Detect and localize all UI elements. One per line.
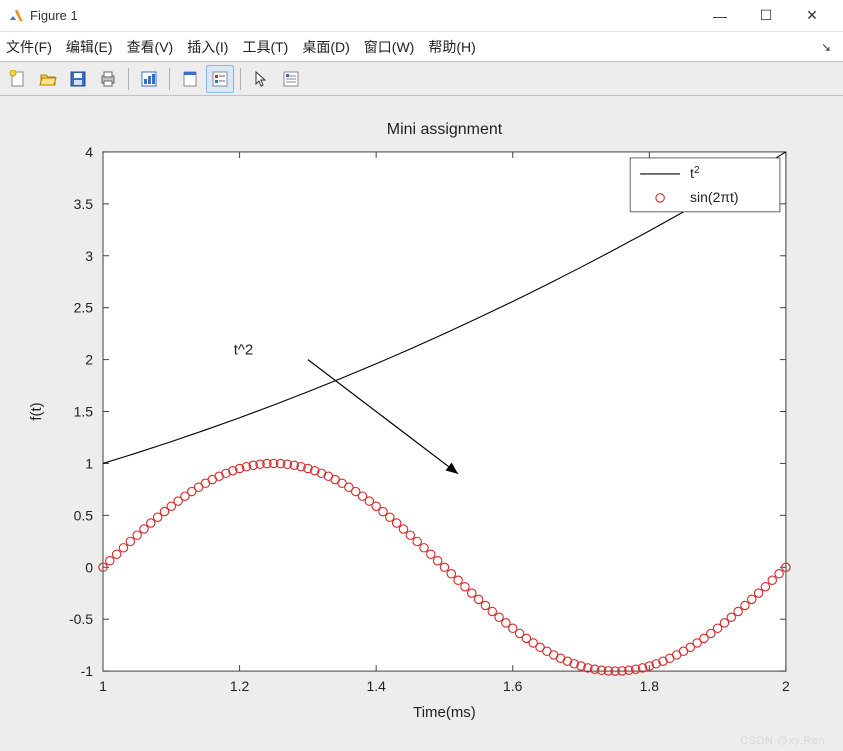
close-button[interactable]: ✕ xyxy=(789,0,835,32)
y-tick-label: 3 xyxy=(85,248,93,264)
toolbar-separator xyxy=(169,68,170,90)
x-tick-label: 2 xyxy=(782,678,790,694)
y-tick-label: 1.5 xyxy=(74,404,94,420)
x-tick-label: 1.8 xyxy=(640,678,660,694)
new-figure-button[interactable] xyxy=(4,65,32,93)
y-tick-label: -0.5 xyxy=(69,611,93,627)
edit-plot-button[interactable] xyxy=(135,65,163,93)
y-tick-label: 4 xyxy=(85,144,93,160)
y-tick-label: 2.5 xyxy=(74,300,94,316)
properties-button[interactable] xyxy=(277,65,305,93)
y-tick-label: 3.5 xyxy=(74,196,94,212)
y-axis-label: f(t) xyxy=(28,402,45,420)
link-button[interactable] xyxy=(176,65,204,93)
x-tick-label: 1.4 xyxy=(366,678,386,694)
y-tick-label: 0 xyxy=(85,559,93,575)
open-button[interactable] xyxy=(34,65,62,93)
plot-area xyxy=(103,152,786,671)
toolbar xyxy=(0,62,843,96)
menu-help[interactable]: 帮助(H) xyxy=(428,37,475,57)
titlebar: Figure 1 — ☐ ✕ xyxy=(0,0,843,32)
menu-view[interactable]: 查看(V) xyxy=(127,37,174,57)
menu-tools[interactable]: 工具(T) xyxy=(242,37,288,57)
watermark: CSDN @xy.Ren xyxy=(740,735,825,747)
y-tick-label: -1 xyxy=(81,663,94,679)
menubar: 文件(F) 编辑(E) 查看(V) 插入(I) 工具(T) 桌面(D) 窗口(W… xyxy=(0,32,843,62)
menu-insert[interactable]: 插入(I) xyxy=(187,37,228,57)
x-tick-label: 1 xyxy=(99,678,107,694)
cursor-button[interactable] xyxy=(247,65,275,93)
window-controls: — ☐ ✕ xyxy=(697,0,835,32)
minimize-button[interactable]: — xyxy=(697,0,743,32)
annotation-text: t^2 xyxy=(234,341,254,358)
toolbar-separator xyxy=(128,68,129,90)
toolbar-separator xyxy=(240,68,241,90)
maximize-button[interactable]: ☐ xyxy=(743,0,789,32)
axes[interactable]: 1 1.2 1.4 1.6 1.8 2 -1 -0.5 0 0.5 1 1.5 2 2.5 3 3.5 4 Min… xyxy=(16,112,827,731)
x-axis-label: Time(ms) xyxy=(413,704,476,721)
plot-svg: 1 1.2 1.4 1.6 1.8 2 -1 -0.5 0 0.5 1 1.5 2 2.5 3 3.5 4 Min… xyxy=(16,112,827,731)
menu-overflow-icon[interactable]: ↘ xyxy=(821,40,831,54)
save-button[interactable] xyxy=(64,65,92,93)
window-title: Figure 1 xyxy=(30,8,697,23)
x-tick-label: 1.2 xyxy=(230,678,250,694)
insert-legend-button[interactable] xyxy=(206,65,234,93)
menu-desktop[interactable]: 桌面(D) xyxy=(302,37,349,57)
y-tick-label: 2 xyxy=(85,352,93,368)
legend-entry-1: sin(2πt) xyxy=(690,189,738,205)
figure-canvas: 1 1.2 1.4 1.6 1.8 2 -1 -0.5 0 0.5 1 1.5 2 2.5 3 3.5 4 Min… xyxy=(0,96,843,751)
menu-file[interactable]: 文件(F) xyxy=(6,37,52,57)
chart-title: Mini assignment xyxy=(387,121,503,138)
y-tick-label: 1 xyxy=(85,455,93,471)
matlab-icon xyxy=(8,8,24,24)
x-tick-label: 1.6 xyxy=(503,678,523,694)
menu-edit[interactable]: 编辑(E) xyxy=(66,37,113,57)
y-tick-label: 0.5 xyxy=(74,507,94,523)
print-button[interactable] xyxy=(94,65,122,93)
menu-window[interactable]: 窗口(W) xyxy=(364,37,415,57)
